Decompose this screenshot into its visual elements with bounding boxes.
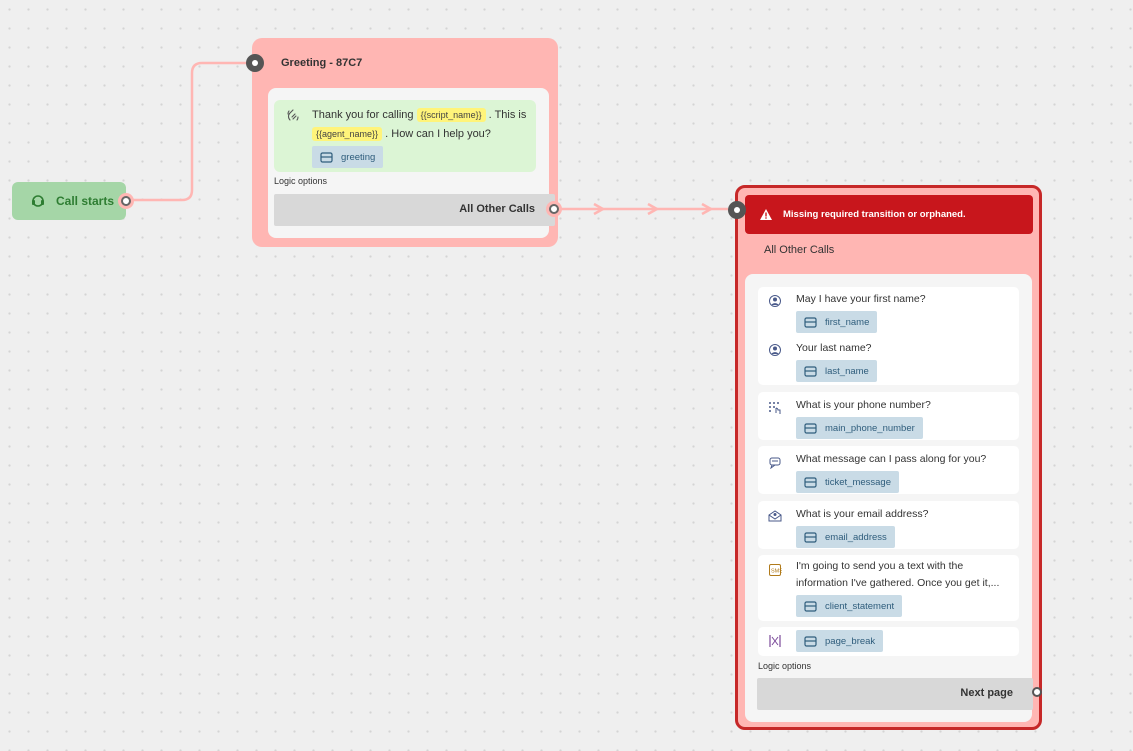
question-card-text-message[interactable]: SMS I'm going to send you a text with th… [758, 555, 1019, 621]
question-card-page-break[interactable]: page_break [758, 627, 1019, 656]
greeting-node-body: Thank you for calling {{script_name}} . … [268, 88, 555, 238]
question-message: What message can I pass along for you? [796, 453, 987, 465]
database-icon [804, 601, 817, 612]
database-icon [804, 317, 817, 328]
person-icon [769, 295, 781, 307]
email-icon [768, 510, 782, 522]
variable-label: page_break [825, 635, 876, 647]
variable-label: email_address [825, 531, 887, 543]
database-icon [804, 477, 817, 488]
wave-hand-icon [287, 109, 299, 121]
next-page-output-port[interactable] [1032, 687, 1042, 697]
question-first-name: May I have your first name? [796, 293, 926, 305]
call-starts-output-port[interactable] [121, 196, 131, 206]
greeting-node[interactable]: Greeting - 87C7 Thank you for calling {{… [252, 38, 558, 247]
variable-chip-first-name[interactable]: first_name [796, 311, 878, 333]
all-other-calls-transition-button[interactable]: All Other Calls [274, 194, 555, 226]
variable-chip-message[interactable]: ticket_message [796, 471, 900, 493]
questions-node-body: May I have your first name? first_name Y… [745, 274, 1033, 722]
question-card-message[interactable]: What message can I pass along for you? t… [758, 446, 1019, 494]
database-icon [804, 532, 817, 543]
agent-name-token: {{agent_name}} [312, 127, 383, 141]
variable-chip-phone[interactable]: main_phone_number [796, 417, 923, 439]
variable-label: ticket_message [825, 476, 892, 488]
question-email: What is your email address? [796, 508, 929, 520]
greeting-text-part1: Thank you for calling [312, 109, 417, 121]
variable-label: client_statement [825, 600, 895, 612]
greeting-message-card[interactable]: Thank you for calling {{script_name}} . … [274, 100, 536, 172]
question-card-email[interactable]: What is your email address? email_addres… [758, 501, 1019, 549]
database-icon [320, 152, 333, 163]
page-break-icon [769, 635, 781, 647]
question-phone: What is your phone number? [796, 399, 931, 411]
all-other-calls-output-port[interactable] [549, 204, 559, 214]
script-name-token: {{script_name}} [416, 108, 486, 122]
question-card-phone[interactable]: What is your phone number? main_phone_nu… [758, 392, 1019, 440]
greeting-logic-options-label: Logic options [274, 176, 328, 186]
wire-start-to-greeting [132, 61, 247, 202]
variable-chip-last-name[interactable]: last_name [796, 360, 877, 382]
questions-input-port[interactable] [728, 201, 746, 219]
questions-page-node[interactable]: Missing required transition or orphaned.… [735, 185, 1042, 730]
warning-text: Missing required transition or orphaned. [783, 209, 966, 220]
greeting-message-text: Thank you for calling {{script_name}} . … [312, 106, 534, 144]
svg-text:SMS: SMS [771, 569, 782, 575]
variable-label: last_name [825, 365, 869, 377]
call-starts-node[interactable]: Call starts [12, 182, 126, 220]
variable-label: first_name [825, 316, 870, 328]
greeting-text-part3: . How can I help you? [382, 128, 491, 140]
database-icon [804, 636, 817, 647]
database-icon [804, 366, 817, 377]
greeting-node-title: Greeting - 87C7 [281, 57, 363, 69]
next-page-button[interactable]: Next page [757, 678, 1033, 710]
missing-transition-warning: Missing required transition or orphaned. [745, 195, 1033, 234]
variable-chip-client-statement[interactable]: client_statement [796, 595, 903, 617]
question-last-name: Your last name? [796, 342, 872, 354]
greeting-input-port[interactable] [246, 54, 264, 72]
greeting-variable-label: greeting [341, 151, 376, 163]
call-starts-label: Call starts [56, 194, 115, 208]
warning-icon [760, 209, 772, 220]
variable-label: main_phone_number [825, 422, 915, 434]
person-icon [769, 344, 781, 356]
question-text-message: I'm going to send you a text with the in… [796, 560, 1000, 589]
dialpad-icon [769, 402, 781, 414]
message-icon [769, 457, 781, 469]
text-sms-icon: SMS [769, 564, 782, 576]
variable-chip-page-break[interactable]: page_break [796, 630, 884, 652]
question-card-name[interactable]: May I have your first name? first_name Y… [758, 287, 1019, 385]
questions-logic-options-label: Logic options [758, 661, 812, 671]
greeting-variable-chip[interactable]: greeting [312, 146, 384, 168]
greeting-text-part2: . This is [485, 109, 527, 121]
questions-node-title: All Other Calls [764, 244, 835, 256]
headset-icon [32, 195, 44, 207]
database-icon [804, 423, 817, 434]
variable-chip-email[interactable]: email_address [796, 526, 895, 548]
